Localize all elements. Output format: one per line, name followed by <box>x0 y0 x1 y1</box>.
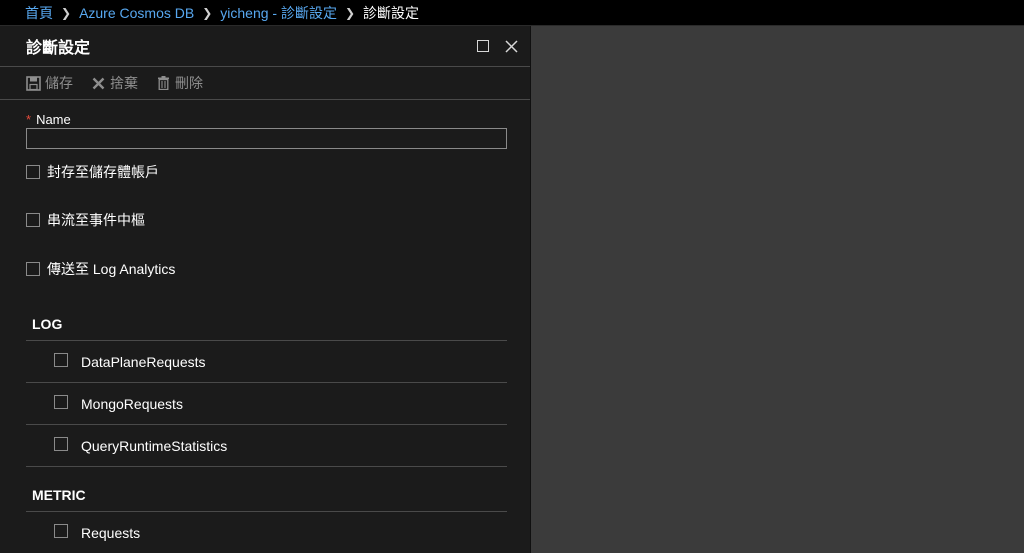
log-item-queryruntimestatistics[interactable]: QueryRuntimeStatistics <box>26 425 507 467</box>
mongorequests-checkbox[interactable] <box>54 394 68 409</box>
stream-event-hub-checkbox[interactable] <box>26 213 40 227</box>
blade-header: 診斷設定 <box>0 26 530 66</box>
chevron-right-icon: ❯ <box>344 5 356 20</box>
close-button[interactable] <box>502 37 520 55</box>
blade-controls <box>474 37 520 55</box>
discard-label: 捨棄 <box>110 75 138 91</box>
save-label: 儲存 <box>45 75 73 91</box>
breadcrumb-cosmos-link[interactable]: Azure Cosmos DB <box>79 5 194 21</box>
breadcrumb-current: 診斷設定 <box>363 4 420 21</box>
save-icon <box>26 75 41 91</box>
log-analytics-checkbox[interactable] <box>26 262 40 276</box>
breadcrumb-home-link[interactable]: 首頁 <box>25 3 53 23</box>
blade-title: 診斷設定 <box>26 40 91 57</box>
stream-event-hub-label: 串流至事件中樞 <box>47 212 145 228</box>
metric-item-requests[interactable]: Requests <box>26 512 507 553</box>
stream-event-hub-option[interactable]: 串流至事件中樞 <box>26 210 506 230</box>
queryruntimestatistics-checkbox[interactable] <box>54 436 68 451</box>
settings-form: * Name 封存至儲存體帳戶 串流至事件中樞 傳送至 Log Analytic… <box>0 100 530 553</box>
chevron-right-icon: ❯ <box>61 5 72 20</box>
diagnostic-settings-blade: 診斷設定 儲存 捨棄 刪除 * Name 封存至儲存體帳戶 串流至事件中樞 傳送… <box>0 26 531 553</box>
discard-icon <box>91 76 106 91</box>
log-item-mongorequests[interactable]: MongoRequests <box>26 383 507 425</box>
close-icon <box>504 39 518 53</box>
dataplanerequests-label: DataPlaneRequests <box>81 353 206 370</box>
delete-button[interactable]: 刪除 <box>156 73 203 93</box>
command-bar: 儲存 捨棄 刪除 <box>0 67 530 99</box>
mongorequests-label: MongoRequests <box>81 395 183 412</box>
name-field-label: * Name <box>26 112 506 127</box>
save-button[interactable]: 儲存 <box>26 73 73 93</box>
maximize-button[interactable] <box>474 37 492 55</box>
dataplanerequests-checkbox[interactable] <box>54 352 68 367</box>
discard-button[interactable]: 捨棄 <box>91 73 138 93</box>
delete-label: 刪除 <box>175 75 203 91</box>
name-label: Name <box>36 112 71 127</box>
maximize-icon <box>477 40 489 52</box>
archive-storage-label: 封存至儲存體帳戶 <box>47 164 159 180</box>
queryruntimestatistics-label: QueryRuntimeStatistics <box>81 437 228 454</box>
archive-storage-checkbox[interactable] <box>26 165 40 179</box>
requests-checkbox[interactable] <box>54 523 68 538</box>
background-pane <box>531 26 1024 553</box>
archive-storage-option[interactable]: 封存至儲存體帳戶 <box>26 162 506 182</box>
breadcrumb-resource-link[interactable]: yicheng - 診斷設定 <box>220 3 337 23</box>
metric-section-title: METRIC <box>32 487 86 503</box>
log-section-title: LOG <box>32 316 63 332</box>
requests-label: Requests <box>81 524 141 541</box>
log-analytics-label: 傳送至 Log Analytics <box>47 261 176 277</box>
name-input[interactable] <box>26 128 507 149</box>
chevron-right-icon: ❯ <box>202 5 213 20</box>
log-analytics-option[interactable]: 傳送至 Log Analytics <box>26 259 506 279</box>
log-item-dataplanerequests[interactable]: DataPlaneRequests <box>26 341 507 383</box>
required-indicator: * <box>26 112 32 127</box>
trash-icon <box>156 76 171 91</box>
breadcrumb: 首頁 ❯ Azure Cosmos DB ❯ yicheng - 診斷設定 ❯ … <box>0 0 1024 26</box>
